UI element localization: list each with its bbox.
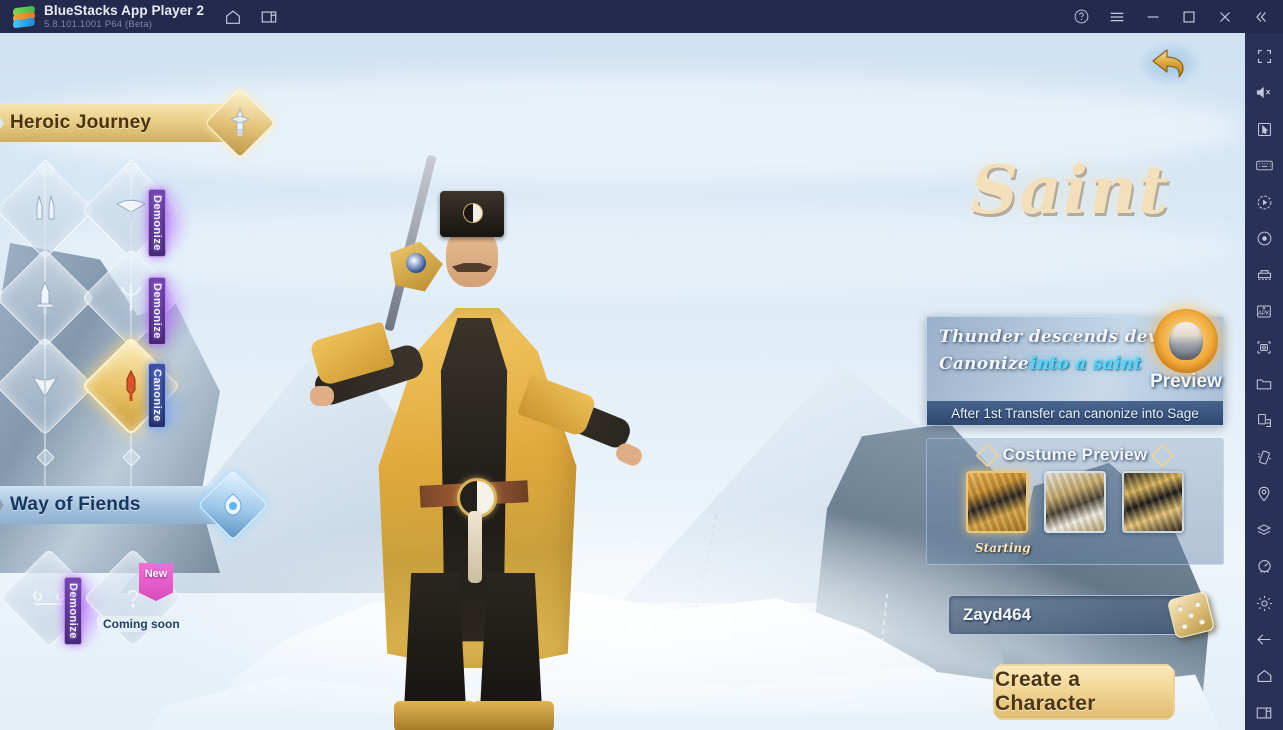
class-tag-demonize[interactable]: Demonize	[148, 277, 166, 345]
heroic-journey-label: Heroic Journey	[10, 112, 152, 133]
class-title: Saint	[970, 151, 1170, 229]
twin-blades-icon	[36, 195, 55, 220]
costume-preview-title: Costume Preview	[1002, 445, 1148, 464]
character-name-row: Zayd464	[948, 590, 1223, 640]
minimize-icon[interactable]	[1137, 0, 1169, 33]
dice-icon	[1166, 590, 1216, 640]
chain	[873, 593, 889, 713]
collapse-sidebar-icon[interactable]	[1245, 0, 1277, 33]
info-line-2-plain: Canonize	[939, 354, 1029, 374]
location-icon[interactable]	[1249, 481, 1279, 507]
costume-preview-card: Costume Preview	[926, 438, 1224, 565]
path-pip	[122, 448, 141, 467]
class-tag-canonize[interactable]: Canonize	[148, 363, 166, 428]
rotate-icon[interactable]	[1249, 408, 1279, 434]
info-line-2-accent: into a saint	[1029, 354, 1142, 374]
close-icon[interactable]	[1209, 0, 1241, 33]
coming-soon-label: Coming soon	[97, 616, 186, 632]
mute-icon[interactable]	[1249, 79, 1279, 105]
fiend-crest-icon	[197, 469, 269, 541]
diamond-ornament-icon	[1150, 442, 1175, 468]
media-folder-icon[interactable]	[1249, 371, 1279, 397]
costume-starting-label: Starting	[975, 541, 1031, 555]
new-badge-label: New	[144, 568, 168, 580]
layers-icon[interactable]	[1249, 517, 1279, 543]
greatsword-icon	[36, 280, 54, 314]
screenshot-icon[interactable]	[1249, 335, 1279, 361]
info-footer: After 1st Transfer can canonize into Sag…	[927, 401, 1223, 425]
class-tag-demonize-fiend[interactable]: Demonize	[64, 577, 82, 645]
costume-preview-header: Costume Preview	[927, 442, 1223, 468]
title-bar: BlueStacks App Player 2 5.8.101.1001 P64…	[0, 0, 1283, 33]
chain	[684, 514, 718, 662]
class-node-bow[interactable]	[0, 336, 95, 436]
svg-text:APK: APK	[1258, 311, 1270, 317]
fullscreen-icon[interactable]	[1249, 43, 1279, 69]
bow-icon	[31, 375, 59, 398]
install-apk-icon[interactable]: APK	[1249, 298, 1279, 324]
heroic-journey-banner: Heroic Journey	[0, 87, 276, 159]
info-line-2: Canonize into a saint	[939, 354, 1142, 374]
create-character-button[interactable]: Create a Character	[993, 664, 1175, 720]
character-model[interactable]	[300, 153, 660, 730]
bluestacks-sidebar: APK	[1245, 33, 1283, 730]
preview-button[interactable]: Preview	[1143, 309, 1229, 405]
character-name-input[interactable]: Zayd464	[948, 595, 1194, 635]
home-icon[interactable]	[222, 6, 244, 28]
menu-icon[interactable]	[1101, 0, 1133, 33]
saint-portrait-icon	[1154, 309, 1218, 373]
home-nav-icon[interactable]	[1249, 663, 1279, 689]
sword-crest-icon	[204, 87, 276, 159]
keyboard-controls-icon[interactable]	[1249, 152, 1279, 178]
create-character-label: Create a Character	[995, 668, 1096, 715]
class-tag-demonize[interactable]: Demonize	[148, 189, 166, 257]
class-info-card: Thunder descends devil Canonize into a s…	[926, 309, 1224, 426]
multi-instance-icon[interactable]	[258, 6, 280, 28]
diamond-ornament-icon	[975, 442, 1000, 468]
maximize-icon[interactable]	[1173, 0, 1205, 33]
app-title: BlueStacks App Player 2	[44, 2, 205, 18]
preview-button-label: Preview	[1150, 371, 1222, 392]
undo-arrow-icon	[1152, 49, 1184, 78]
bluestacks-logo-icon	[13, 5, 35, 28]
way-of-fiends-banner: Way of Fiends	[0, 469, 269, 541]
recents-nav-icon[interactable]	[1249, 699, 1279, 725]
multi-instance-manager-icon[interactable]	[1249, 262, 1279, 288]
back-arrow-button[interactable]	[1137, 41, 1203, 87]
randomize-name-button[interactable]	[1164, 589, 1218, 641]
macro-recorder-icon[interactable]	[1249, 189, 1279, 215]
character-name-value: Zayd464	[963, 605, 1032, 624]
record-icon[interactable]	[1249, 225, 1279, 251]
costume-thumb-1[interactable]	[966, 471, 1028, 533]
info-footer-text: After 1st Transfer can canonize into Sag…	[951, 405, 1199, 421]
class-node-twin-blades[interactable]	[0, 160, 95, 260]
game-viewport[interactable]: Heroic Journey Demonize Demonize Canoniz…	[0, 33, 1245, 730]
back-nav-icon[interactable]	[1249, 627, 1279, 653]
mountain	[120, 333, 540, 593]
performance-icon[interactable]	[1249, 554, 1279, 580]
way-of-fiends-label: Way of Fiends	[10, 494, 141, 515]
path-pip	[36, 448, 55, 467]
class-node-greatsword[interactable]	[0, 248, 95, 348]
shake-icon[interactable]	[1249, 444, 1279, 470]
costume-thumb-3[interactable]	[1122, 471, 1184, 533]
info-line-1: Thunder descends devil	[939, 327, 1172, 347]
app-version: 5.8.101.1001 P64 (Beta)	[44, 19, 153, 30]
costume-thumb-2[interactable]	[1044, 471, 1106, 533]
cursor-icon[interactable]	[1249, 116, 1279, 142]
bluestacks-window: BlueStacks App Player 2 5.8.101.1001 P64…	[0, 0, 1283, 730]
settings-icon[interactable]	[1249, 590, 1279, 616]
snow-platform	[230, 590, 950, 730]
help-icon[interactable]	[1065, 0, 1097, 33]
chain	[780, 573, 802, 703]
